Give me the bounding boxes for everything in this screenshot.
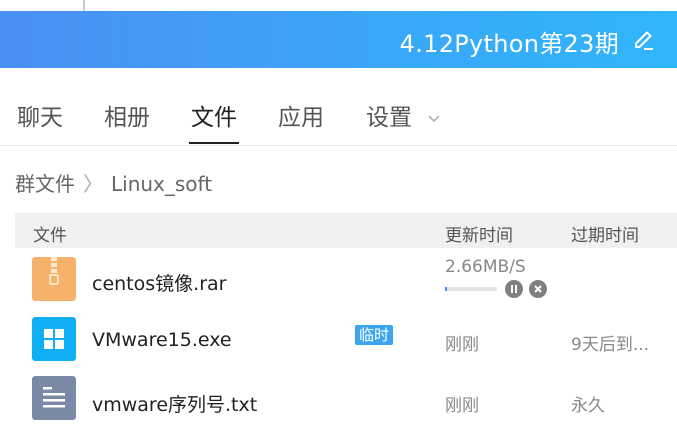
tab-album-label: 相册 [104,105,150,131]
tab-files-label: 文件 [191,105,237,131]
pause-button[interactable] [505,280,523,298]
breadcrumb: 群文件〉 Linux_soft [15,168,212,197]
pause-icon [511,285,517,293]
windows-exe-icon [32,317,76,361]
file-name[interactable]: VMware15.exe [92,329,232,351]
file-row[interactable]: VMware15.exe 临时 刚刚 9天后到... [15,309,677,367]
window-divider [83,0,85,11]
tab-apps-label: 应用 [278,105,324,131]
zip-archive-icon [32,257,76,301]
column-file[interactable]: 文件 [33,221,67,246]
download-progress-fill [445,287,448,291]
chevron-down-icon [428,114,440,122]
tab-chat[interactable]: 聊天 [17,98,63,132]
file-table-header: 文件 更新时间 过期时间 [15,213,677,248]
tab-settings[interactable]: 设置 [366,98,441,132]
column-expire[interactable]: 过期时间 [571,221,639,246]
temporary-badge: 临时 [355,325,394,345]
expire-time: 永久 [571,396,605,416]
tab-chat-label: 聊天 [17,105,63,131]
tab-settings-label: 设置 [366,105,412,131]
file-name[interactable]: centos镜像.rar [92,269,226,296]
edit-pencil-icon[interactable] [631,27,657,53]
tab-bar: 聊天 相册 文件 应用 设置 [0,68,677,146]
cancel-download-button[interactable] [529,280,547,298]
column-updated[interactable]: 更新时间 [445,221,513,246]
group-title: 4.12Python第23期 [399,30,619,58]
breadcrumb-current[interactable]: Linux_soft [111,172,212,196]
file-row[interactable]: centos镜像.rar 2.66MB/S [15,249,677,307]
breadcrumb-separator: 〉 [83,172,103,196]
tab-apps[interactable]: 应用 [278,98,324,132]
download-speed: 2.66MB/S [445,257,526,277]
tab-album[interactable]: 相册 [104,98,150,132]
file-name[interactable]: vmware序列号.txt [92,390,257,417]
close-icon [534,285,542,293]
breadcrumb-root[interactable]: 群文件 [15,172,75,196]
updated-time: 刚刚 [445,396,479,416]
text-file-icon [32,376,76,420]
updated-time: 刚刚 [445,335,479,355]
group-header: 4.12Python第23期 [0,11,677,68]
download-progress [445,287,497,291]
tab-files[interactable]: 文件 [189,98,239,144]
expire-time: 9天后到... [571,335,650,355]
window-top-strip [0,0,677,11]
file-row[interactable]: vmware序列号.txt 刚刚 永久 [15,368,677,426]
active-tab-indicator [189,142,239,144]
